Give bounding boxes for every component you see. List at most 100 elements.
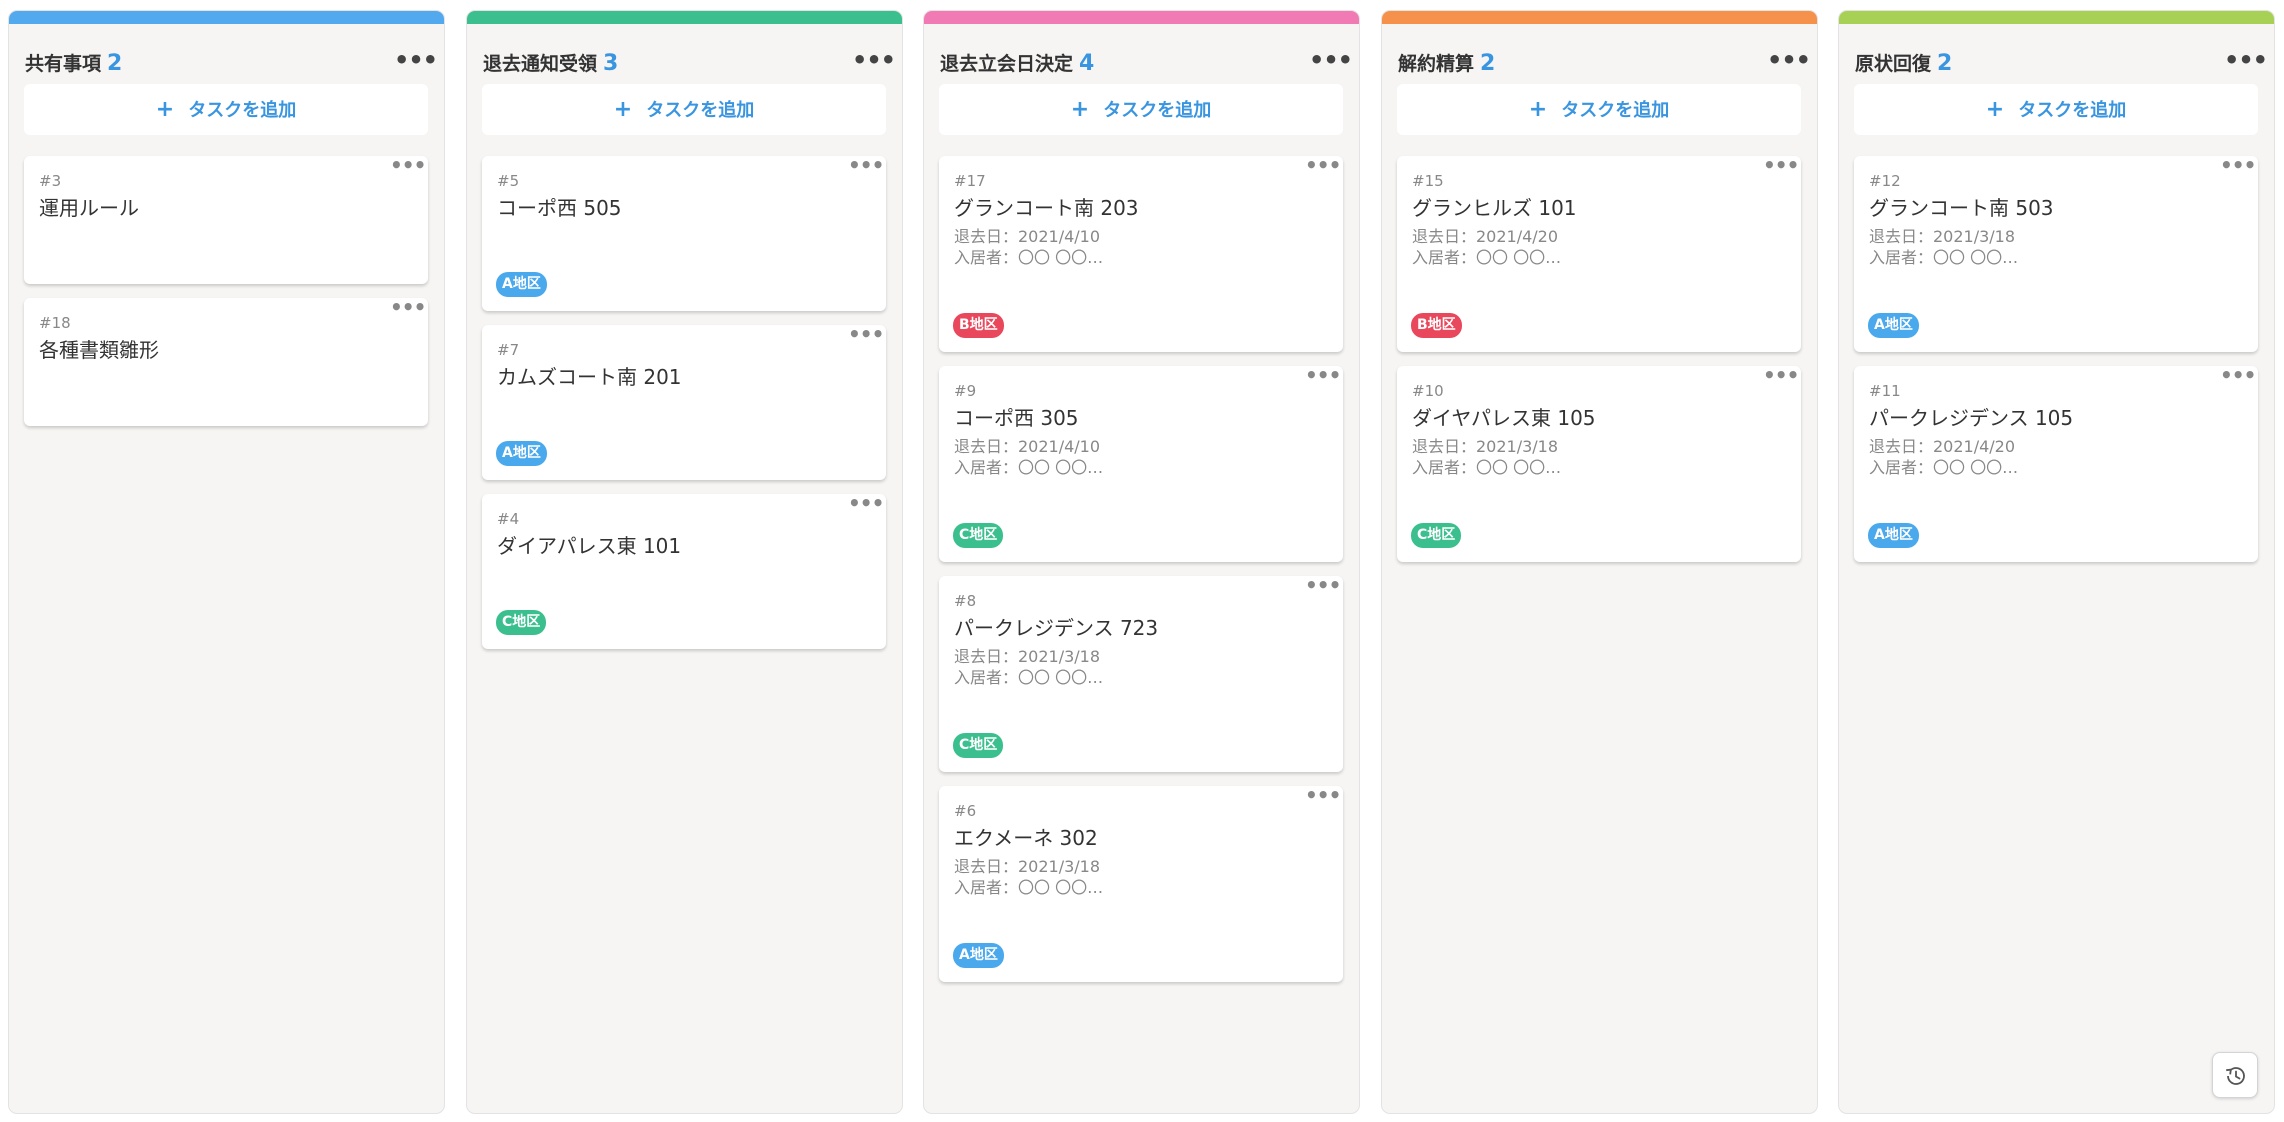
card-menu-icon[interactable]: ••• [2220,365,2256,390]
column-title-text: 共有事項 [25,53,102,75]
card-meta: 退去日：2021/3/18 入居者：〇〇 〇〇… [954,856,1103,898]
card-meta: 退去日：2021/4/20 入居者：〇〇 〇〇… [1412,226,1561,268]
column-task-count: 2 [1480,51,1496,76]
task-card[interactable]: ••• #11 パークレジデンス 105 退去日：2021/4/20 入居者：〇〇 〇〇… [1854,365,2258,562]
card-id: #6 [954,802,977,820]
card-menu-icon[interactable]: ••• [848,155,884,180]
card-move-out-date: 退去日：2021/3/18 [1412,437,1559,456]
area-tag: B地区 [953,313,1004,338]
add-task-button[interactable]: + タスクを追加 [1854,84,2258,135]
card-menu-icon[interactable]: ••• [1763,365,1799,390]
add-task-label: タスクを追加 [188,100,297,121]
add-task-button[interactable]: + タスクを追加 [482,84,886,135]
card-title: グランコート南 503 [1869,196,2054,220]
card-tenant: 入居者：〇〇 〇〇… [954,668,1104,687]
card-menu-icon[interactable]: ••• [2220,155,2256,180]
card-menu-icon[interactable]: ••• [390,297,426,322]
add-task-label: タスクを追加 [2018,100,2127,121]
column-title-text: 退去立会日決定 [940,53,1074,75]
plus-icon: + [1528,97,1548,122]
column-5: 原状回復 2 ••• + タスクを追加 ••• #12 グランコート南 503 退去日：2021… [1838,10,2275,1114]
kanban-board: 共有事項 2 ••• + タスクを追加 ••• #3 運用ルール ••• #18 各種書類雛形 退去通… [0,0,2284,1122]
card-menu-icon[interactable]: ••• [1305,785,1341,810]
task-card[interactable]: ••• #3 運用ルール [24,155,428,284]
card-menu-icon[interactable]: ••• [1305,155,1341,180]
column-color-bar [1839,11,2274,24]
task-card[interactable]: ••• #17 グランコート南 203 退去日：2021/4/10 入居者：〇〇 〇〇…… [939,155,1343,352]
card-move-out-date: 退去日：2021/4/20 [1412,227,1559,246]
plus-icon: + [613,97,633,122]
column-title: 退去立会日決定 4 [940,44,1094,84]
card-menu-icon[interactable]: ••• [848,324,884,349]
card-title: 運用ルール [39,196,139,220]
card-move-out-date: 退去日：2021/4/20 [1869,437,2016,456]
plus-icon: + [155,97,175,122]
column-menu-icon[interactable]: ••• [2224,48,2268,79]
column-menu-icon[interactable]: ••• [1767,48,1811,79]
column-color-bar [924,11,1359,24]
area-tag: A地区 [1868,523,1919,548]
add-task-button[interactable]: + タスクを追加 [1397,84,1801,135]
card-title: エクメーネ 302 [954,826,1098,850]
area-tag: C地区 [953,733,1004,758]
card-title: ダイヤパレス東 105 [1412,406,1596,430]
card-move-out-date: 退去日：2021/4/10 [954,227,1101,246]
task-card[interactable]: ••• #15 グランヒルズ 101 退去日：2021/4/20 入居者：〇〇 〇〇… B… [1397,155,1801,352]
column-menu-icon[interactable]: ••• [394,48,438,79]
card-meta: 退去日：2021/3/18 入居者：〇〇 〇〇… [1412,436,1561,478]
card-move-out-date: 退去日：2021/3/18 [954,647,1101,666]
card-title: コーポ西 505 [497,196,622,220]
add-task-button[interactable]: + タスクを追加 [24,84,428,135]
card-move-out-date: 退去日：2021/3/18 [954,857,1101,876]
column-title: 共有事項 2 [25,44,122,84]
history-button[interactable] [2212,1052,2258,1098]
task-card[interactable]: ••• #5 コーポ西 505 A地区 [482,155,886,311]
task-card[interactable]: ••• #4 ダイアパレス東 101 C地区 [482,493,886,649]
card-menu-icon[interactable]: ••• [1305,575,1341,600]
card-menu-icon[interactable]: ••• [1305,365,1341,390]
task-card[interactable]: ••• #10 ダイヤパレス東 105 退去日：2021/3/18 入居者：〇〇 〇〇…… [1397,365,1801,562]
add-task-label: タスクを追加 [1561,100,1670,121]
area-tag: A地区 [1868,313,1919,338]
column-task-count: 2 [107,51,123,76]
area-tag: C地区 [496,610,547,635]
column-3: 退去立会日決定 4 ••• + タスクを追加 ••• #17 グランコート南 203 退去日：2… [923,10,1360,1114]
area-tag: A地区 [496,441,547,466]
card-title: パークレジデンス 723 [954,616,1159,640]
column-menu-icon[interactable]: ••• [1309,48,1353,79]
card-menu-icon[interactable]: ••• [1763,155,1799,180]
task-card[interactable]: ••• #6 エクメーネ 302 退去日：2021/3/18 入居者：〇〇 〇〇… A地区 [939,785,1343,982]
task-card[interactable]: ••• #9 コーポ西 305 退去日：2021/4/10 入居者：〇〇 〇〇… C地区 [939,365,1343,562]
card-id: #10 [1412,382,1444,400]
card-id: #5 [497,172,520,190]
task-card[interactable]: ••• #7 カムズコート南 201 A地区 [482,324,886,480]
column-4: 解約精算 2 ••• + タスクを追加 ••• #15 グランヒルズ 101 退去日：2021/… [1381,10,1818,1114]
add-task-label: タスクを追加 [646,100,755,121]
column-menu-icon[interactable]: ••• [852,48,896,79]
card-tenant: 入居者：〇〇 〇〇… [1412,458,1562,477]
card-tenant: 入居者：〇〇 〇〇… [1869,248,2019,267]
plus-icon: + [1985,97,2005,122]
card-tenant: 入居者：〇〇 〇〇… [954,248,1104,267]
column-task-count: 4 [1079,51,1095,76]
card-id: #7 [497,341,520,359]
task-card[interactable]: ••• #18 各種書類雛形 [24,297,428,426]
plus-icon: + [1070,97,1090,122]
column-color-bar [1382,11,1817,24]
card-id: #15 [1412,172,1444,190]
area-tag: C地区 [1411,523,1462,548]
card-title: 各種書類雛形 [39,338,159,362]
card-menu-icon[interactable]: ••• [848,493,884,518]
column-title-text: 原状回復 [1855,53,1932,75]
add-task-label: タスクを追加 [1103,100,1212,121]
add-task-button[interactable]: + タスクを追加 [939,84,1343,135]
task-card[interactable]: ••• #8 パークレジデンス 723 退去日：2021/3/18 入居者：〇〇 〇〇…… [939,575,1343,772]
column-2: 退去通知受領 3 ••• + タスクを追加 ••• #5 コーポ西 505 A地区 ••• #7 カム… [466,10,903,1114]
card-title: グランコート南 203 [954,196,1139,220]
history-icon [2226,1067,2245,1085]
area-tag: A地区 [953,943,1004,968]
task-card[interactable]: ••• #12 グランコート南 503 退去日：2021/3/18 入居者：〇〇 〇〇…… [1854,155,2258,352]
card-menu-icon[interactable]: ••• [390,155,426,180]
card-meta: 退去日：2021/4/20 入居者：〇〇 〇〇… [1869,436,2018,478]
card-title: コーポ西 305 [954,406,1079,430]
